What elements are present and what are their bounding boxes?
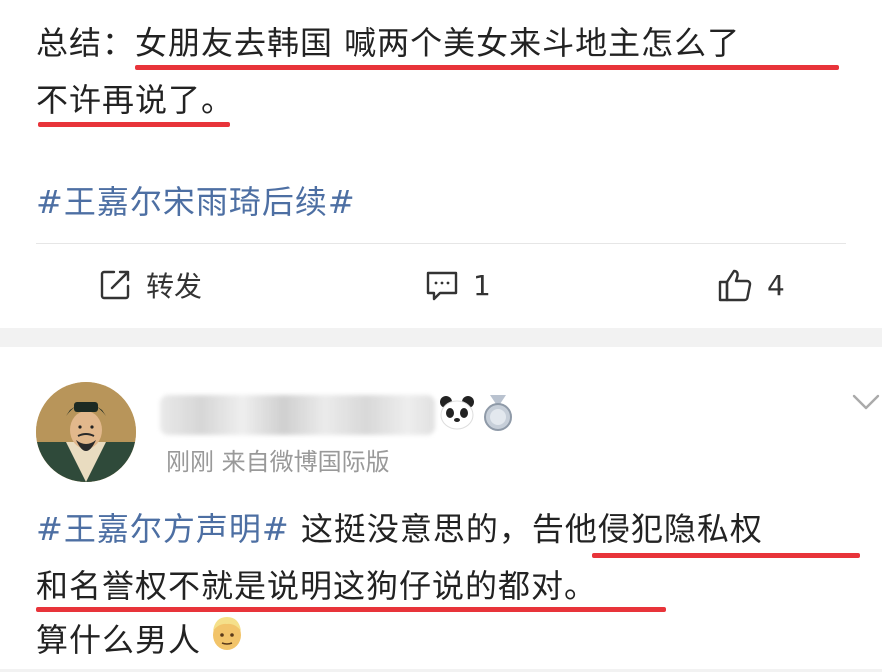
- post-summary-line-2: 不许再说了。: [36, 81, 235, 119]
- post-body-line-1: #王嘉尔方声明# 这挺没意思的，告他侵犯隐私权: [36, 510, 763, 548]
- topic-hashtag-link[interactable]: #王嘉尔方声明#: [36, 510, 290, 548]
- panda-icon: [437, 393, 477, 433]
- username-blurred[interactable]: [160, 395, 435, 435]
- red-underline: [38, 122, 230, 127]
- like-count: 4: [767, 268, 785, 302]
- divider: [36, 243, 846, 244]
- comment-button[interactable]: 1: [425, 262, 491, 308]
- like-icon: [717, 267, 753, 303]
- comment-icon: [425, 268, 459, 302]
- post-meta: 刚刚 来自微博国际版: [166, 448, 390, 476]
- comment-count: 1: [473, 268, 491, 302]
- red-underline: [592, 553, 860, 558]
- red-underline: [135, 65, 839, 70]
- avatar[interactable]: [36, 382, 136, 482]
- topic-hashtag-link[interactable]: #王嘉尔宋雨琦后续#: [36, 172, 356, 232]
- like-button[interactable]: 4: [717, 262, 785, 308]
- man-emoji-icon: [209, 612, 245, 672]
- post-summary-line-1: 总结：女朋友去韩国 喊两个美女来斗地主怎么了: [36, 24, 741, 62]
- medal-icon: [478, 393, 518, 433]
- repost-label: 转发: [146, 270, 203, 303]
- repost-icon: [98, 268, 132, 302]
- weibo-post-card: 总结：女朋友去韩国 喊两个美女来斗地主怎么了 不许再说了。 #王嘉尔宋雨琦后续#…: [0, 0, 882, 328]
- chevron-down-icon[interactable]: [850, 392, 882, 414]
- repost-button[interactable]: 转发: [98, 262, 202, 308]
- post-body-line-3: 算什么男人: [36, 610, 245, 672]
